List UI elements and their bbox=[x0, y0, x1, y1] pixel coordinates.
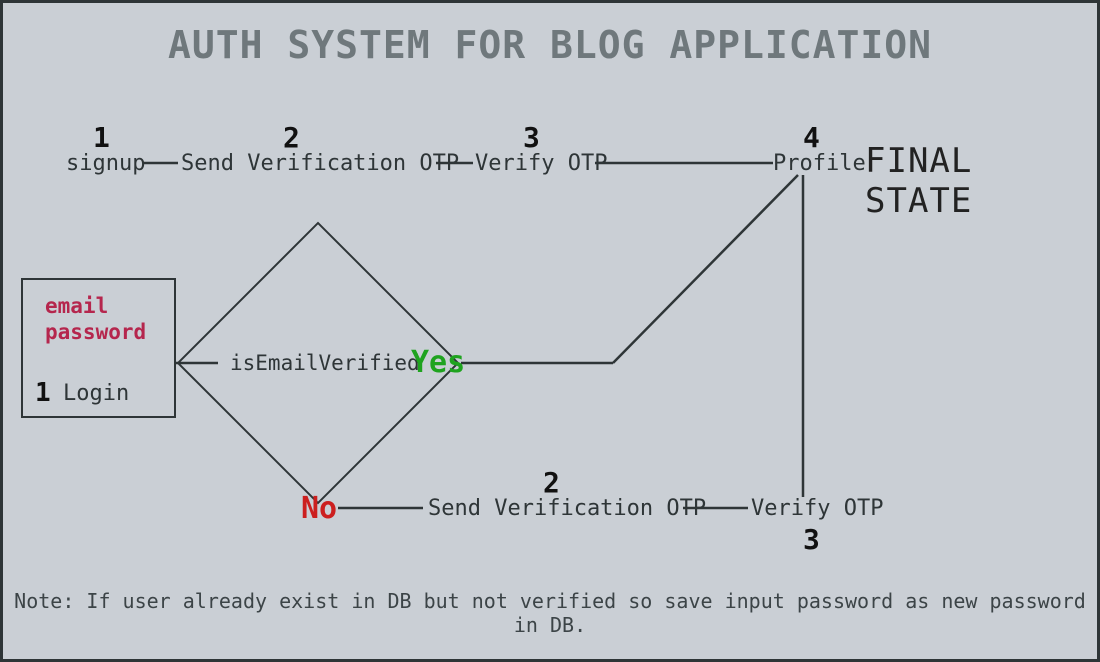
login-step-number: 1 bbox=[35, 378, 51, 408]
footer-note: Note: If user already exist in DB but no… bbox=[3, 589, 1097, 637]
no-flow-step-3-label: Verify OTP bbox=[751, 496, 883, 521]
login-password-field-label: password bbox=[45, 320, 146, 344]
signup-step-3-label: Verify OTP bbox=[475, 151, 607, 176]
final-state-label: FINAL STATE bbox=[865, 141, 1097, 221]
signup-step-2-number: 2 bbox=[283, 121, 300, 154]
no-flow-step-2-number: 2 bbox=[543, 466, 560, 499]
login-box: email password 1 Login bbox=[21, 278, 176, 418]
no-flow-step-3-number: 3 bbox=[803, 523, 820, 556]
signup-step-3-number: 3 bbox=[523, 121, 540, 154]
no-flow-step-2-label: Send Verification OTP bbox=[428, 496, 706, 521]
decision-label: isEmailVerified bbox=[230, 351, 420, 375]
diagram-title: AUTH SYSTEM FOR BLOG APPLICATION bbox=[3, 23, 1097, 67]
signup-step-2-label: Send Verification OTP bbox=[181, 151, 459, 176]
diagram-canvas: AUTH SYSTEM FOR BLOG APPLICATION 1 signu… bbox=[0, 0, 1100, 662]
signup-step-1-label: signup bbox=[66, 151, 145, 176]
signup-step-1-number: 1 bbox=[93, 121, 110, 154]
signup-step-4-number: 4 bbox=[803, 121, 820, 154]
login-email-field-label: email bbox=[45, 294, 108, 318]
decision-no-label: No bbox=[301, 491, 337, 526]
login-label: Login bbox=[63, 381, 129, 406]
signup-step-4-label: Profile bbox=[773, 151, 866, 176]
decision-yes-label: Yes bbox=[411, 345, 465, 380]
